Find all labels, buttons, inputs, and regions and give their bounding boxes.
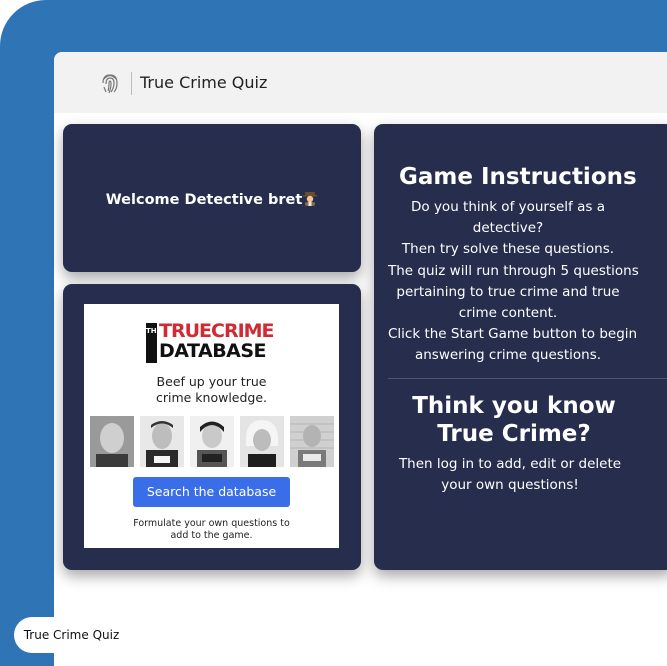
instructions-line: The quiz will run through 5 questions bbox=[388, 262, 639, 279]
database-logo-line1: TRUECRIME bbox=[159, 320, 275, 342]
know-title-line1: Think you know bbox=[412, 393, 616, 419]
know-body-line2: your own questions! bbox=[441, 477, 579, 494]
instructions-line: Do you think of yourself as a bbox=[411, 199, 605, 215]
know-title: Think you know True Crime? bbox=[394, 392, 634, 448]
instructions-body: Do you think of yourself as a detective?… bbox=[388, 197, 639, 367]
database-logo-line2: DATABASE bbox=[159, 340, 267, 362]
footnote-line1: Formulate your own questions to bbox=[133, 518, 290, 529]
mugshot-photo bbox=[240, 416, 284, 467]
navbar-divider bbox=[131, 72, 132, 95]
app-tab-pill[interactable]: True Crime Quiz bbox=[14, 617, 129, 653]
know-title-line2: True Crime? bbox=[437, 421, 591, 447]
database-logo[interactable]: THE TRUECRIME DATABASE bbox=[146, 320, 281, 365]
database-ad: THE TRUECRIME DATABASE Beef up your true… bbox=[84, 304, 339, 548]
know-body: Then log in to add, edit or delete your … bbox=[390, 454, 630, 496]
footnote-line2: add to the game. bbox=[170, 530, 253, 541]
instructions-line: crime content. bbox=[458, 305, 558, 322]
detective-icon bbox=[303, 192, 318, 206]
database-logo-the: THE bbox=[146, 323, 161, 363]
instructions-line: pertaining to true crime and true bbox=[396, 283, 620, 300]
instructions-line: detective? bbox=[472, 220, 544, 237]
instructions-line: answering crime questions. bbox=[414, 347, 602, 364]
search-database-button[interactable]: Search the database bbox=[133, 477, 290, 507]
database-footnote: Formulate your own questions to add to t… bbox=[84, 518, 339, 542]
navbar-brand[interactable]: True Crime Quiz bbox=[140, 73, 267, 92]
tagline-line2: crime knowledge. bbox=[155, 390, 268, 405]
welcome-card: Welcome Detective bret bbox=[63, 124, 361, 272]
mugshot-photo bbox=[90, 416, 134, 467]
fingerprint-icon[interactable] bbox=[100, 71, 120, 95]
database-ad-card: THE TRUECRIME DATABASE Beef up your true… bbox=[63, 284, 361, 570]
mugshot-photo bbox=[290, 416, 334, 467]
mugshot-strip bbox=[90, 416, 334, 468]
welcome-message: Welcome Detective bret bbox=[63, 190, 361, 208]
mugshot-photo bbox=[190, 416, 234, 467]
tagline-line1: Beef up your true bbox=[156, 374, 267, 389]
know-body-line1: Then log in to add, edit or delete bbox=[398, 456, 622, 472]
instructions-title: Game Instructions bbox=[399, 164, 637, 190]
database-tagline: Beef up your true crime knowledge. bbox=[84, 374, 339, 406]
instructions-card: Game Instructions Do you think of yourse… bbox=[374, 124, 667, 570]
mugshot-photo bbox=[140, 416, 184, 467]
welcome-text: Welcome Detective bret bbox=[105, 192, 303, 208]
instructions-divider bbox=[388, 378, 667, 379]
instructions-line: Click the Start Game button to begin bbox=[388, 326, 638, 343]
navbar: True Crime Quiz bbox=[54, 52, 667, 113]
instructions-line: Then try solve these questions. bbox=[401, 241, 615, 258]
